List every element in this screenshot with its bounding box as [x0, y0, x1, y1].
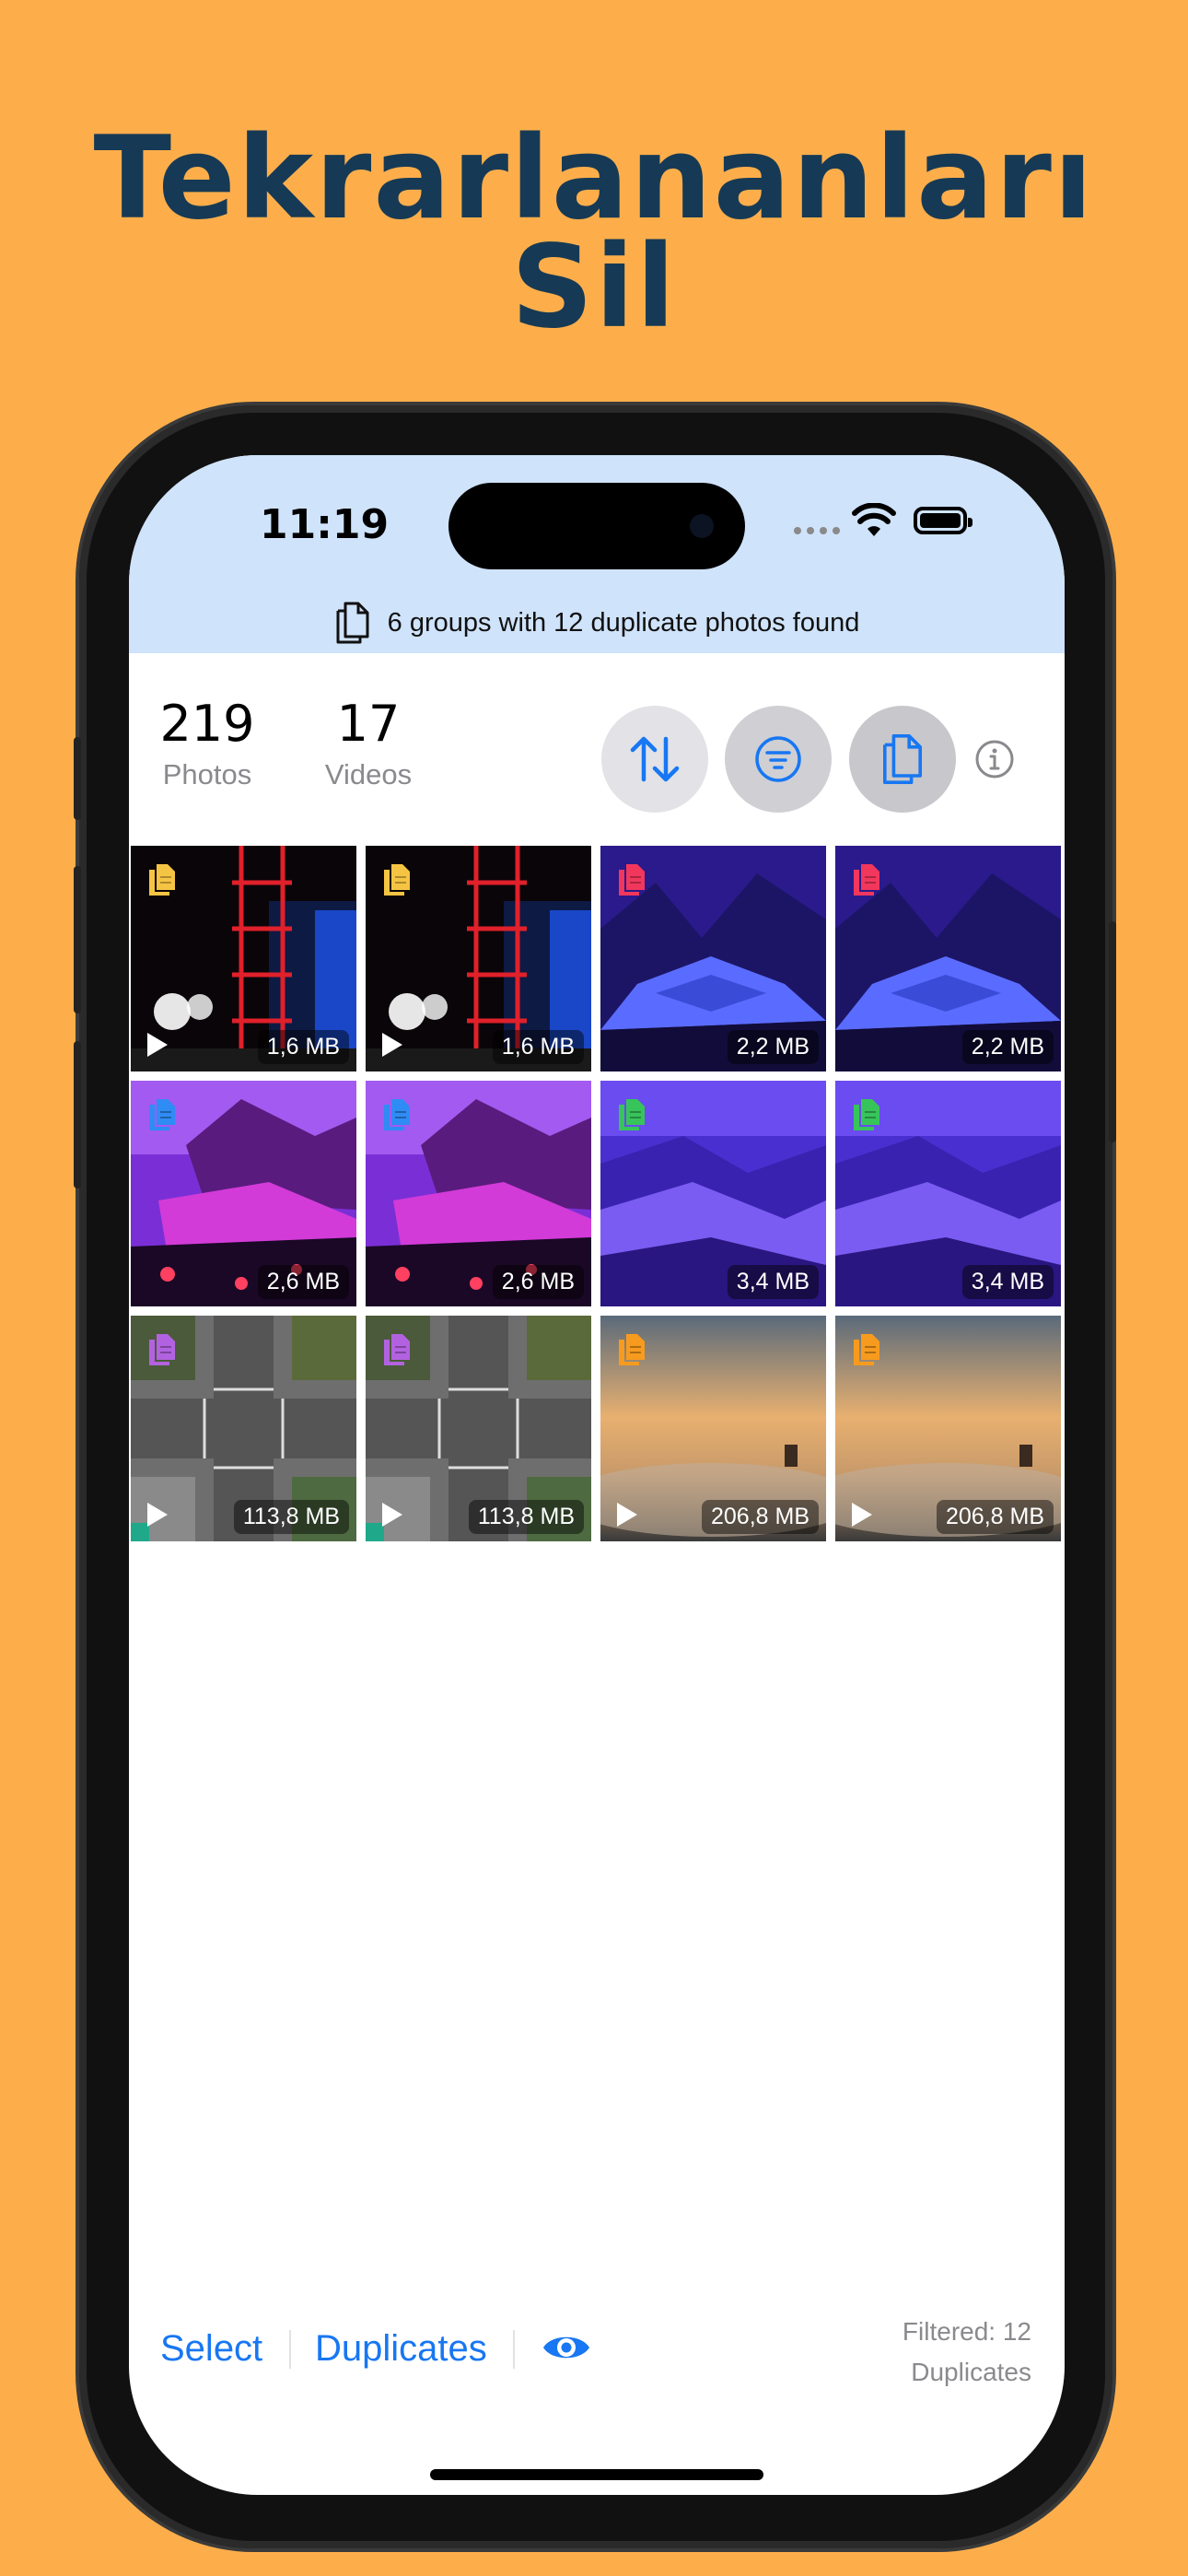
play-icon — [852, 1503, 872, 1527]
toolbar-divider — [289, 2330, 291, 2369]
banner-text: 6 groups with 12 duplicate photos found — [387, 607, 860, 638]
duplicate-group-icon — [854, 1099, 879, 1130]
duplicate-group-icon — [384, 864, 410, 896]
headline-line1: Tekrarlananları — [93, 112, 1095, 245]
videos-label: Videos — [324, 758, 413, 790]
phone-volume-down-button — [74, 1041, 81, 1188]
file-size-label: 2,2 MB — [961, 1030, 1054, 1064]
photo-tile[interactable]: 3,4 MB — [600, 1081, 826, 1306]
phone-action-button — [74, 737, 81, 820]
copy-docs-icon — [883, 734, 922, 784]
arrow-up-down-icon — [630, 736, 680, 782]
filtered-line2: Duplicates — [911, 2358, 1031, 2386]
filtered-line1: Filtered: 12 — [902, 2317, 1031, 2346]
battery-icon — [914, 507, 973, 534]
photo-tile[interactable]: 2,6 MB — [131, 1081, 356, 1306]
duplicate-group-icon — [384, 1099, 410, 1130]
eye-icon[interactable] — [541, 2328, 592, 2367]
file-size-label: 206,8 MB — [701, 1500, 819, 1534]
duplicates-button[interactable]: Duplicates — [315, 2328, 487, 2370]
copy-docs-icon — [336, 602, 369, 644]
signal-icon — [794, 527, 840, 534]
dynamic-island — [448, 483, 745, 569]
play-icon — [147, 1503, 168, 1527]
duplicate-group-icon — [619, 1334, 645, 1365]
play-icon — [617, 1503, 637, 1527]
info-circle-icon[interactable] — [974, 739, 1015, 779]
file-size-label: 2,6 MB — [492, 1265, 584, 1299]
file-size-label: 2,6 MB — [257, 1265, 349, 1299]
file-size-label: 1,6 MB — [257, 1030, 349, 1064]
duplicates-filter-button[interactable] — [849, 706, 956, 813]
duplicate-group-icon — [619, 864, 645, 896]
file-size-label: 3,4 MB — [727, 1265, 819, 1299]
file-size-label: 2,2 MB — [727, 1030, 819, 1064]
photos-stat: 219 Photos — [157, 695, 258, 791]
photo-tile[interactable]: 2,6 MB — [366, 1081, 591, 1306]
play-icon — [382, 1503, 402, 1527]
photo-tile[interactable]: 1,6 MB — [366, 846, 591, 1071]
videos-count: 17 — [336, 695, 401, 753]
stats-bar: 219 Photos 17 Videos — [129, 695, 1065, 824]
app-screen: 11:19 6 groups with 12 duplicate photos … — [129, 455, 1065, 2495]
file-size-label: 1,6 MB — [492, 1030, 584, 1064]
photos-count: 219 — [159, 695, 255, 753]
photo-tile[interactable]: 3,4 MB — [835, 1081, 1061, 1306]
photo-tile[interactable]: 206,8 MB — [600, 1316, 826, 1541]
file-size-label: 113,8 MB — [468, 1500, 584, 1534]
file-size-label: 3,4 MB — [961, 1265, 1054, 1299]
play-icon — [382, 1033, 402, 1057]
photos-label: Photos — [162, 758, 252, 790]
duplicate-group-icon — [854, 864, 879, 896]
file-size-label: 113,8 MB — [233, 1500, 349, 1534]
phone-power-button — [1109, 921, 1116, 1142]
status-time: 11:19 — [260, 501, 390, 548]
headline: Tekrarlananları Sil — [0, 112, 1188, 354]
photo-tile[interactable]: 2,2 MB — [835, 846, 1061, 1071]
photo-tile[interactable]: 113,8 MB — [366, 1316, 591, 1541]
bottom-toolbar: Select Duplicates Filtered: 12 Duplicate… — [129, 2302, 1065, 2404]
photo-tile[interactable]: 1,6 MB — [131, 846, 356, 1071]
wifi-icon — [852, 503, 896, 536]
photo-tile[interactable]: 2,2 MB — [600, 846, 826, 1071]
file-size-label: 206,8 MB — [936, 1500, 1054, 1534]
filter-lines-icon — [755, 736, 801, 782]
photo-tile[interactable]: 113,8 MB — [131, 1316, 356, 1541]
filtered-count: Filtered: 12 Duplicates — [903, 2312, 1031, 2393]
duplicate-group-icon — [619, 1099, 645, 1130]
home-indicator[interactable] — [430, 2469, 763, 2480]
phone-volume-up-button — [74, 866, 81, 1013]
photo-tile[interactable]: 206,8 MB — [835, 1316, 1061, 1541]
duplicate-group-icon — [384, 1334, 410, 1365]
duplicates-grid: 1,6 MB 1,6 MB 2,2 MB 2,2 MB 2,6 MB 2,6 MB 3,4 … — [131, 846, 1063, 1541]
status-bar: 11:19 6 groups with 12 duplicate photos … — [129, 455, 1065, 653]
duplicate-group-icon — [149, 1334, 175, 1365]
filter-button[interactable] — [725, 706, 832, 813]
videos-stat: 17 Videos — [313, 695, 424, 791]
headline-line2: Sil — [510, 221, 678, 354]
toolbar-divider — [513, 2330, 515, 2369]
select-button[interactable]: Select — [160, 2328, 262, 2370]
play-icon — [147, 1033, 168, 1057]
sort-button[interactable] — [601, 706, 708, 813]
duplicate-group-icon — [149, 1099, 175, 1130]
duplicate-group-icon — [149, 864, 175, 896]
duplicate-group-icon — [854, 1334, 879, 1365]
duplicates-banner[interactable]: 6 groups with 12 duplicate photos found — [129, 593, 1065, 652]
